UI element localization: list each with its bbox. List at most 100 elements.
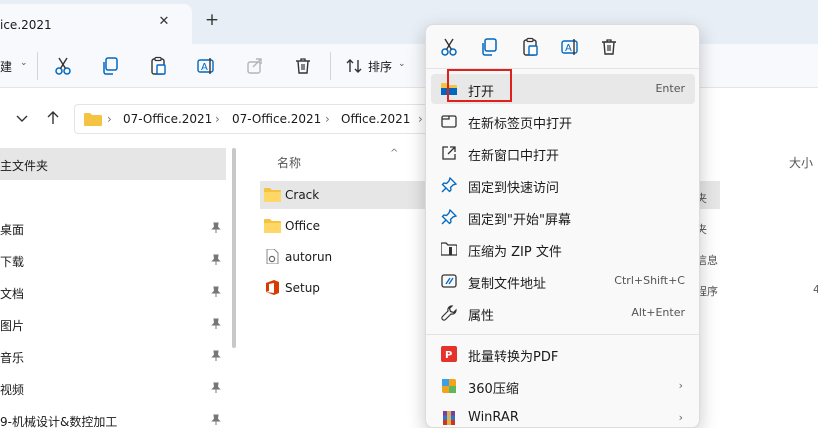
folder-icon: [264, 188, 281, 202]
copy-icon[interactable]: [100, 56, 120, 76]
chevron-down-icon: ⌄: [20, 58, 28, 68]
paste-icon[interactable]: [520, 37, 540, 57]
column-header-name[interactable]: 名称: [277, 154, 301, 171]
rename-icon[interactable]: A: [196, 56, 216, 76]
pin-icon: [211, 414, 221, 425]
menu-item-shortcut: Enter: [655, 82, 685, 95]
menu-item-open-new-window[interactable]: 在新窗口中打开: [431, 138, 695, 168]
folder-icon: [84, 113, 102, 126]
menu-item-properties[interactable]: 属性 Alt+Enter: [431, 298, 695, 328]
column-header-size[interactable]: 大小: [789, 154, 813, 171]
address-bar[interactable]: › 07-Office.2021 › 07-Office.2021 › Offi…: [74, 104, 434, 134]
cut-icon[interactable]: [53, 56, 73, 76]
office-logo-icon: [266, 280, 279, 295]
pin-icon: [211, 254, 221, 265]
recent-locations-chevron-icon[interactable]: [14, 110, 30, 126]
sidebar-item-label: 图片: [0, 319, 25, 333]
menu-item-label: 固定到"开始"屏幕: [468, 213, 571, 228]
share-icon[interactable]: [245, 56, 265, 76]
winrar-icon: [443, 411, 455, 425]
rename-icon[interactable]: A: [560, 37, 580, 57]
sidebar-item-documents[interactable]: 文档: [0, 276, 226, 308]
sidebar-item-music[interactable]: 音乐: [0, 340, 226, 372]
pin-icon: [211, 318, 221, 329]
sidebar-item-desktop[interactable]: 桌面: [0, 212, 226, 244]
menu-item-label: 复制文件地址: [468, 277, 547, 292]
pin-icon: [441, 209, 457, 225]
sort-button[interactable]: 排序: [368, 58, 392, 75]
sidebar-item-home[interactable]: 主文件夹: [0, 148, 226, 180]
menu-item-pin-quick-access[interactable]: 固定到快速访问: [431, 170, 695, 200]
paste-icon[interactable]: [148, 56, 168, 76]
pin-icon: [211, 382, 221, 393]
file-size: 4: [813, 283, 818, 296]
chevron-right-icon: ›: [678, 411, 683, 424]
sidebar-item-label: 音乐: [0, 351, 25, 365]
file-name: autorun: [285, 250, 333, 264]
tab-title: ice.2021: [0, 18, 52, 32]
pin-icon: [211, 222, 221, 233]
menu-item-winrar[interactable]: WinRAR ›: [431, 403, 695, 427]
sidebar-item-label: 桌面: [0, 223, 25, 237]
menu-item-label: 在新标签页中打开: [468, 117, 573, 132]
menu-divider: [426, 334, 699, 335]
breadcrumb-item[interactable]: 07-Office.2021: [232, 112, 321, 126]
sidebar-item-cad-folder[interactable]: 9-机械设计&数控加工: [0, 404, 226, 428]
menu-item-pin-start[interactable]: 固定到"开始"屏幕: [431, 202, 695, 232]
zip-icon: [441, 242, 457, 256]
file-name: Crack: [285, 188, 320, 202]
wrench-icon: [441, 305, 457, 321]
menu-item-label: WinRAR: [468, 410, 519, 425]
highlight-annotation: [447, 69, 512, 102]
menu-item-open-new-tab[interactable]: 在新标签页中打开: [431, 106, 695, 136]
pdf-icon: P: [441, 346, 457, 362]
new-tab-button[interactable]: +: [202, 10, 222, 30]
svg-text:A: A: [565, 43, 572, 54]
sort-up-icon: ^: [390, 148, 399, 159]
svg-text:P: P: [445, 350, 452, 361]
sidebar-item-label: 9-机械设计&数控加工: [0, 415, 118, 428]
pin-icon: [211, 350, 221, 361]
file-name: Setup: [285, 281, 320, 295]
chevron-down-icon: ⌄: [398, 59, 406, 69]
menu-item-360-zip[interactable]: 360压缩 ›: [431, 371, 695, 401]
navigation-pane: 主文件夹 桌面 下载 文档 图片 音乐 视频 9-机械设计&数控加工: [0, 148, 236, 428]
sort-icon[interactable]: [345, 57, 363, 75]
delete-icon[interactable]: [599, 37, 619, 57]
svg-text:A: A: [201, 62, 208, 73]
360-zip-icon: [442, 379, 456, 393]
file-name: Office: [285, 219, 321, 233]
menu-item-shortcut: Alt+Enter: [631, 306, 685, 319]
breadcrumb-separator: ›: [418, 112, 423, 126]
menu-item-label: 批量转换为PDF: [468, 350, 559, 365]
sidebar-item-videos[interactable]: 视频: [0, 372, 226, 404]
breadcrumb-separator: ›: [107, 112, 112, 126]
menu-item-compress-zip[interactable]: 压缩为 ZIP 文件: [431, 234, 695, 264]
menu-item-copy-path[interactable]: 复制文件地址 Ctrl+Shift+C: [431, 266, 695, 296]
up-arrow-icon[interactable]: [45, 110, 61, 126]
delete-icon[interactable]: [293, 56, 313, 76]
new-tab-icon: [441, 115, 457, 128]
new-button[interactable]: 建: [0, 58, 12, 75]
sidebar-item-label: 视频: [0, 383, 25, 397]
tab-office-2021[interactable]: ice.2021 ✕: [0, 4, 192, 44]
pin-icon: [441, 177, 457, 193]
sidebar-item-pictures[interactable]: 图片: [0, 308, 226, 340]
settings-file-icon: [266, 249, 279, 264]
menu-item-label: 在新窗口中打开: [468, 149, 560, 164]
breadcrumb-item[interactable]: 07-Office.2021: [123, 112, 212, 126]
cut-icon[interactable]: [439, 37, 459, 57]
close-tab-icon[interactable]: ✕: [156, 14, 172, 30]
copy-icon[interactable]: [479, 37, 499, 57]
menu-item-label: 固定到快速访问: [468, 181, 560, 196]
breadcrumb-separator: ›: [325, 112, 330, 126]
folder-icon: [264, 219, 281, 233]
menu-item-batch-pdf[interactable]: P 批量转换为PDF: [431, 339, 695, 369]
menu-item-label: 属性: [468, 309, 495, 324]
sidebar-item-downloads[interactable]: 下载: [0, 244, 226, 276]
sidebar-item-label: 主文件夹: [0, 159, 49, 173]
breadcrumb-item[interactable]: Office.2021: [341, 112, 410, 126]
toolbar-divider: [330, 52, 331, 80]
menu-item-label: 360压缩: [468, 382, 519, 397]
sidebar-item-label: 下载: [0, 255, 25, 269]
